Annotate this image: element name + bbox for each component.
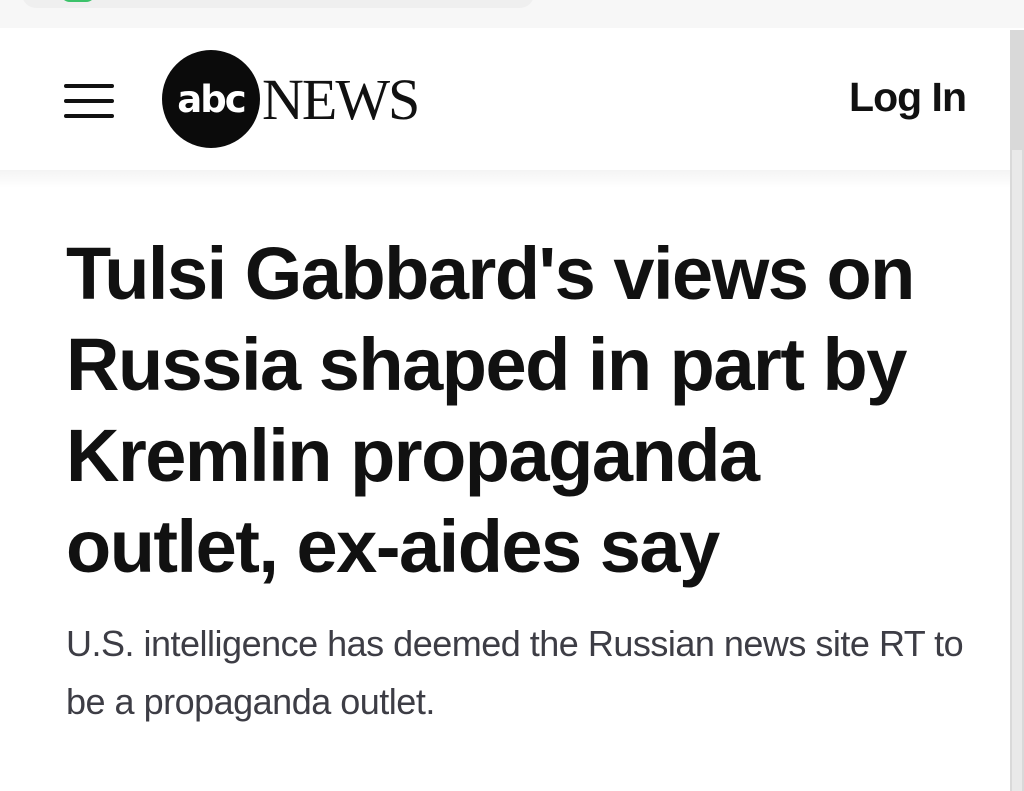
header-shadow xyxy=(0,170,1010,188)
browser-url-bar[interactable] xyxy=(22,0,534,8)
menu-line-middle xyxy=(64,99,114,103)
hamburger-menu-icon[interactable] xyxy=(62,81,116,121)
abc-logo-badge: abc xyxy=(162,50,260,148)
site-header: abc NEWS Log In xyxy=(0,30,1010,170)
menu-line-bottom xyxy=(64,114,114,118)
abc-news-logo[interactable]: abc NEWS xyxy=(162,50,420,148)
article-headline: Tulsi Gabbard's views on Russia shaped i… xyxy=(66,232,915,588)
menu-line-top xyxy=(64,84,114,88)
article-subheadline: U.S. intelligence has deemed the Russian… xyxy=(66,623,964,722)
news-wordmark: NEWS xyxy=(262,67,420,132)
login-link[interactable]: Log In xyxy=(849,74,967,121)
scrollbar-thumb[interactable] xyxy=(1012,150,1022,791)
